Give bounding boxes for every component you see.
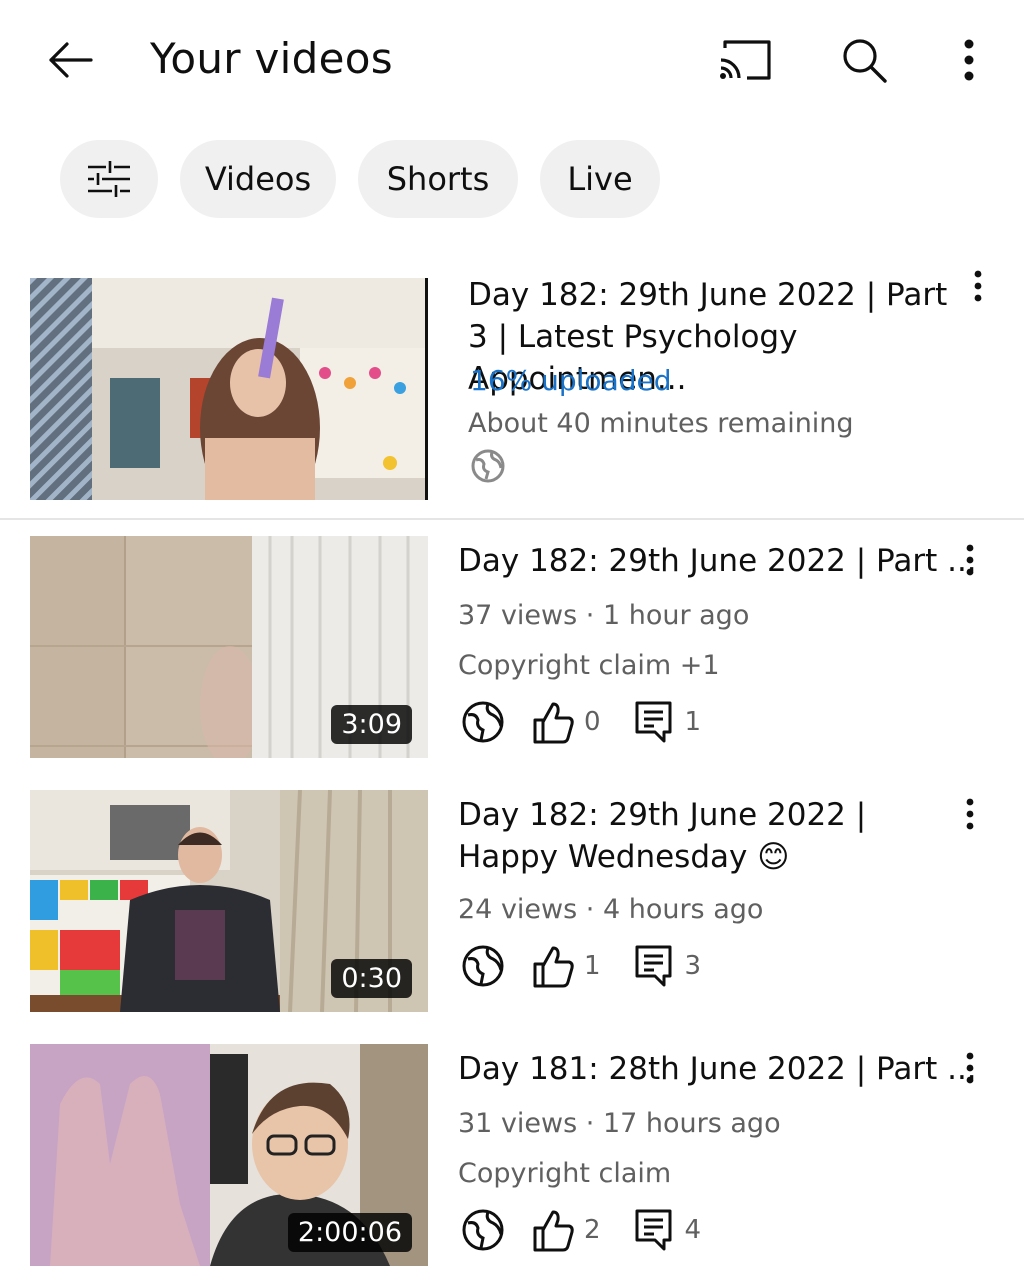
chip-live[interactable]: Live [540,140,660,218]
view-count: 31 views [458,1108,578,1139]
cast-button[interactable] [712,30,778,90]
video-meta: 24 views · 4 hours ago [458,894,763,925]
chip-shorts[interactable]: Shorts [358,140,518,218]
upload-progress-text: 16% uploaded [470,364,672,397]
video-list-item[interactable]: 0:30 Day 182: 29th June 2022 | Happy Wed… [0,790,1024,1012]
filter-settings-chip[interactable] [60,140,158,218]
globe-icon[interactable] [460,943,506,989]
thumbs-up-icon [530,699,576,745]
video-thumbnail: 3:09 [30,536,428,758]
globe-icon[interactable] [460,699,506,745]
duration-badge: 2:00:06 [287,1213,412,1252]
search-button[interactable] [834,30,894,90]
more-vertical-icon [966,544,974,576]
more-vertical-icon [974,270,982,302]
copyright-claim-link[interactable]: Copyright claim [458,1158,671,1189]
view-count: 37 views [458,600,578,631]
upload-remaining-text: About 40 minutes remaining [468,408,854,439]
separator-dot: · [585,894,603,925]
back-button[interactable] [40,30,100,90]
video-title[interactable]: Day 181: 28th June 2022 | Part ... [458,1048,977,1090]
comment-count: 3 [684,951,702,981]
video-list-item[interactable]: 2:00:06 Day 181: 28th June 2022 | Part .… [0,1044,1024,1266]
thumbs-up-icon [530,943,576,989]
copyright-claim-link[interactable]: Copyright claim +1 [458,650,720,681]
upload-age: 1 hour ago [602,600,750,631]
globe-icon [470,448,506,488]
like-count: 2 [584,1215,601,1245]
more-vertical-icon [964,39,974,81]
more-options-button[interactable] [944,30,994,90]
video-stats: 2 4 [460,1206,731,1254]
arrow-left-icon [49,42,93,78]
sliders-icon [88,161,130,197]
video-title[interactable]: Day 182: 29th June 2022 | Happy Wednesda… [458,794,948,878]
uploading-video-item[interactable]: Day 182: 29th June 2022 | Part 3 | Lates… [0,270,1024,500]
comment-icon [631,943,677,989]
globe-icon[interactable] [460,1207,506,1253]
section-divider [0,518,1024,520]
duration-badge: 0:30 [331,959,412,998]
video-title[interactable]: Day 182: 29th June 2022 | Part ... [458,540,977,582]
more-vertical-icon [966,798,974,830]
chip-videos[interactable]: Videos [180,140,336,218]
video-stats: 1 3 [460,942,731,990]
comment-icon [631,699,677,745]
comment-icon [631,1207,677,1253]
video-more-button[interactable] [960,794,980,834]
video-thumbnail: 0:30 [30,790,428,1012]
video-list-item[interactable]: 3:09 Day 182: 29th June 2022 | Part ... … [0,536,1024,758]
separator-dot: · [585,1108,603,1139]
video-thumbnail: 2:00:06 [30,1044,428,1266]
view-count: 24 views [458,894,578,925]
more-vertical-icon [966,1052,974,1084]
duration-badge: 3:09 [331,705,412,744]
like-count: 0 [584,707,601,737]
video-meta: 37 views · 1 hour ago [458,600,749,631]
video-thumbnail [30,278,428,500]
comment-count: 4 [684,1215,702,1245]
separator-dot: · [585,600,603,631]
upload-age: 17 hours ago [602,1108,781,1139]
video-more-button[interactable] [968,266,988,306]
comment-count: 1 [684,707,702,737]
upload-age: 4 hours ago [602,894,764,925]
app-header: Your videos [0,0,1024,120]
video-more-button[interactable] [960,1048,980,1088]
thumbs-up-icon [530,1207,576,1253]
filter-chip-bar: Videos Shorts Live [60,140,660,218]
cast-icon [720,40,771,80]
like-count: 1 [584,951,601,981]
video-meta: 31 views · 17 hours ago [458,1108,781,1139]
video-stats: 0 1 [460,698,731,746]
video-more-button[interactable] [960,540,980,580]
search-icon [843,39,887,83]
page-title: Your videos [150,34,393,83]
